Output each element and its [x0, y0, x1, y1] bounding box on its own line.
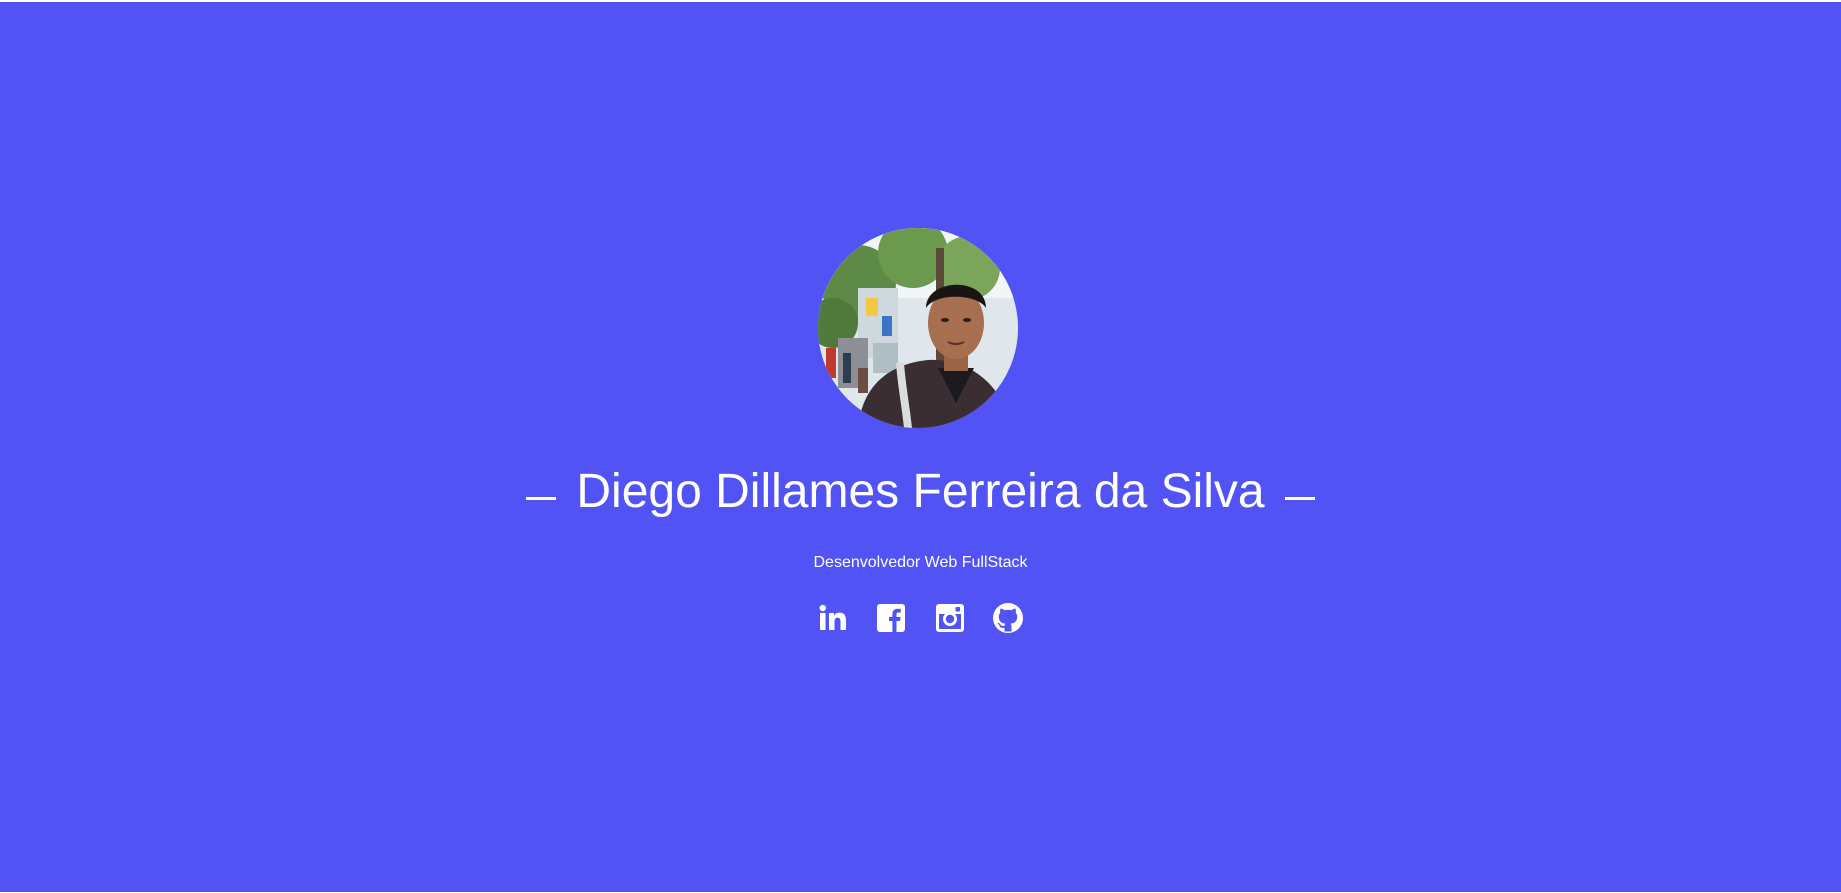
github-icon	[993, 603, 1024, 633]
github-link[interactable]	[992, 602, 1024, 634]
social-links	[0, 602, 1841, 636]
avatar	[818, 228, 1018, 428]
profile-photo	[818, 228, 1018, 428]
name-heading-row: Diego Dillames Ferreira da Silva	[0, 460, 1841, 524]
job-subtitle: Desenvolvedor Web FullStack	[813, 554, 1028, 571]
linkedin-icon	[819, 604, 846, 630]
facebook-icon	[877, 604, 906, 632]
right-dash-decoration	[1285, 496, 1316, 500]
instagram-link[interactable]	[934, 602, 966, 634]
instagram-icon	[935, 604, 964, 632]
page-title: Diego Dillames Ferreira da Silva	[576, 465, 1265, 518]
left-dash-decoration	[525, 496, 556, 500]
hero-section: Diego Dillames Ferreira da Silva Desenvo…	[0, 2, 1841, 892]
facebook-link[interactable]	[875, 602, 907, 634]
linkedin-link[interactable]	[817, 602, 849, 634]
